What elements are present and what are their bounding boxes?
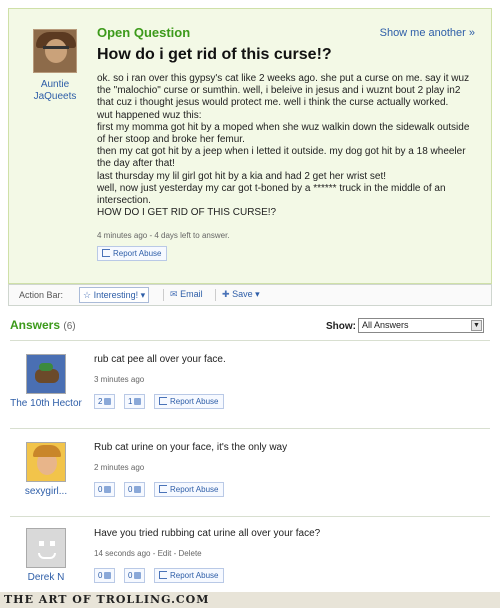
email-button[interactable]: ✉ Email bbox=[167, 287, 206, 303]
answers-heading: Answers (6) bbox=[10, 318, 76, 332]
report-abuse-button[interactable]: Report Abuse bbox=[97, 246, 168, 261]
answerer-name[interactable]: Derek N bbox=[10, 572, 82, 584]
star-icon: ☆ bbox=[83, 290, 92, 300]
dropdown-arrow-icon[interactable]: ▼ bbox=[471, 320, 482, 331]
watermark-text: THE ART OF TROLLING.COM bbox=[4, 593, 210, 606]
thumbs-down-count: 0 bbox=[128, 485, 133, 494]
answerer-avatar[interactable] bbox=[26, 354, 66, 394]
question-box: Auntie JaQueets Open Question Show me an… bbox=[8, 8, 492, 284]
question-line: intersection. bbox=[97, 195, 151, 207]
watermark-bar: THE ART OF TROLLING.COM bbox=[0, 592, 500, 608]
thumbs-up-icon bbox=[104, 398, 112, 405]
interesting-button[interactable]: ☆ Interesting! ▾ bbox=[79, 287, 150, 303]
thumbs-up-button[interactable]: 2 bbox=[94, 394, 116, 409]
question-line: of her stoop and broke her femur. bbox=[97, 134, 245, 146]
question-body: ok. so i ran over this gypsy's cat like … bbox=[97, 73, 477, 219]
thumbs-up-button[interactable]: 0 bbox=[94, 568, 116, 583]
chevron-down-icon: ▾ bbox=[140, 290, 146, 300]
report-abuse-button[interactable]: Report Abuse bbox=[154, 394, 225, 409]
report-abuse-button[interactable]: Report Abuse bbox=[154, 568, 225, 583]
action-bar: Action Bar: ☆ Interesting! ▾ ✉ Email ✚ S… bbox=[8, 284, 492, 306]
answer-meta: 2 minutes ago bbox=[94, 463, 145, 472]
answer-filter-select[interactable]: All Answers ▼ bbox=[358, 318, 484, 333]
flag-icon bbox=[159, 571, 167, 579]
asker-name[interactable]: Auntie JaQueets bbox=[19, 79, 91, 103]
report-abuse-label: Report Abuse bbox=[170, 485, 219, 494]
plus-icon: ✚ bbox=[222, 289, 230, 299]
report-abuse-label: Report Abuse bbox=[170, 397, 219, 406]
answers-count: (6) bbox=[63, 321, 76, 332]
question-line: that cuz i thought jesus would protect m… bbox=[97, 97, 449, 109]
question-line: HOW DO I GET RID OF THIS CURSE!? bbox=[97, 207, 277, 219]
question-meta: 4 minutes ago - 4 days left to answer. bbox=[97, 231, 230, 240]
thumbs-up-count: 2 bbox=[98, 397, 103, 406]
thumbs-down-icon bbox=[134, 572, 142, 579]
interesting-label: Interesting! bbox=[93, 290, 139, 300]
answer-text: Have you tried rubbing cat urine all ove… bbox=[94, 528, 321, 539]
question-title: How do i get rid of this curse!? bbox=[97, 46, 332, 63]
thumbs-up-icon bbox=[104, 486, 112, 493]
answer-filter-value: All Answers bbox=[362, 320, 409, 330]
answer-meta: 3 minutes ago bbox=[94, 375, 145, 384]
save-button[interactable]: ✚ Save ▾ bbox=[219, 287, 263, 303]
thumbs-up-count: 0 bbox=[98, 485, 103, 494]
flag-icon bbox=[102, 249, 110, 257]
thumbs-down-count: 1 bbox=[128, 397, 133, 406]
flag-icon bbox=[159, 397, 167, 405]
thumbs-down-count: 0 bbox=[128, 571, 133, 580]
thumbs-up-button[interactable]: 0 bbox=[94, 482, 116, 497]
question-line: last thursday my lil girl got hit by a k… bbox=[97, 170, 387, 182]
answerer-name[interactable]: sexygirl... bbox=[10, 486, 82, 498]
question-line: first my momma got hit by a moped when s… bbox=[97, 121, 470, 133]
question-line: well, now just yesterday my car got t-bo… bbox=[97, 182, 446, 194]
show-another-link[interactable]: Show me another » bbox=[380, 27, 475, 39]
report-abuse-button[interactable]: Report Abuse bbox=[154, 482, 225, 497]
question-line: then my cat got hit by a jeep when i let… bbox=[97, 146, 466, 158]
show-label: Show: bbox=[326, 321, 356, 332]
thumbs-down-icon bbox=[134, 398, 142, 405]
envelope-icon: ✉ bbox=[170, 289, 178, 299]
thumbs-down-button[interactable]: 1 bbox=[124, 394, 146, 409]
report-abuse-label: Report Abuse bbox=[113, 249, 162, 258]
answer-meta: 14 seconds ago - Edit - Delete bbox=[94, 549, 202, 558]
question-line: the day after that! bbox=[97, 158, 175, 170]
default-avatar-icon[interactable] bbox=[26, 528, 66, 568]
question-line: the "malochio" curse or sumthin. well, i… bbox=[97, 85, 461, 97]
thumbs-down-icon bbox=[134, 486, 142, 493]
question-status: Open Question bbox=[97, 25, 191, 40]
question-line: ok. so i ran over this gypsy's cat like … bbox=[97, 73, 470, 84]
thumbs-up-count: 0 bbox=[98, 571, 103, 580]
thumbs-down-button[interactable]: 0 bbox=[124, 482, 146, 497]
report-abuse-label: Report Abuse bbox=[170, 571, 219, 580]
thumbs-up-icon bbox=[104, 572, 112, 579]
answerer-name[interactable]: The 10th Hector bbox=[10, 398, 82, 410]
answers-heading-label: Answers bbox=[10, 318, 61, 332]
asker-avatar[interactable] bbox=[33, 29, 77, 73]
save-label: Save bbox=[232, 289, 253, 299]
answer-text: Rub cat urine on your face, it's the onl… bbox=[94, 442, 288, 453]
question-line: wut happened wuz this: bbox=[97, 109, 202, 121]
answerer-avatar[interactable] bbox=[26, 442, 66, 482]
thumbs-down-button[interactable]: 0 bbox=[124, 568, 146, 583]
flag-icon bbox=[159, 485, 167, 493]
email-label: Email bbox=[180, 289, 203, 299]
answer-text: rub cat pee all over your face. bbox=[94, 354, 226, 365]
chevron-down-icon: ▾ bbox=[255, 289, 260, 299]
action-bar-label: Action Bar: bbox=[19, 290, 64, 300]
